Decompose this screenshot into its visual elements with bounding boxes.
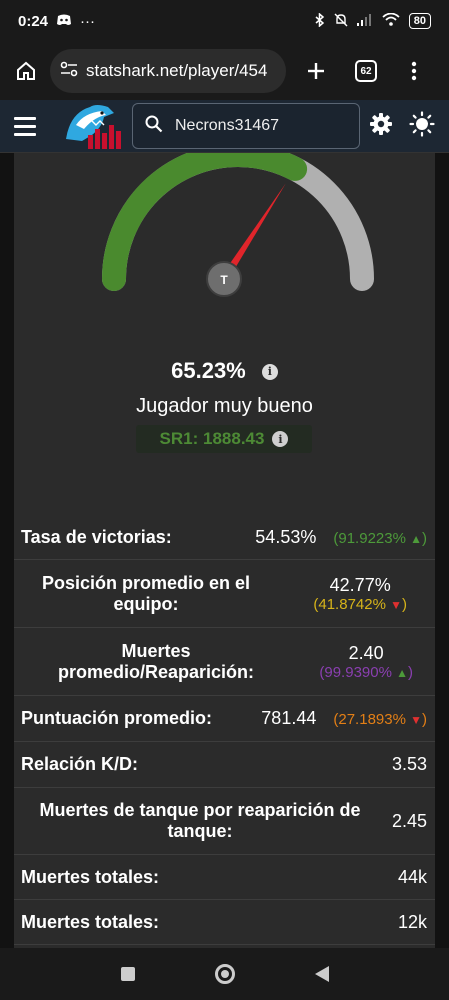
- new-tab-icon[interactable]: [300, 55, 332, 87]
- stat-value-text: 2.40: [348, 642, 384, 663]
- arrow-down-icon: ▼: [410, 713, 422, 727]
- recent-apps-button[interactable]: [120, 967, 135, 981]
- light-mode-sun-icon[interactable]: [409, 110, 435, 142]
- stat-value: 2.45: [391, 810, 427, 831]
- stat-label: Posición promedio en el equipo:: [41, 572, 251, 614]
- stat-value-text: 781.44: [261, 708, 317, 728]
- stat-row-kills-per-respawn: Muertes promedio/Reaparición: 2.40 (99.9…: [14, 628, 435, 696]
- stat-percentile: (27.1893% ▼): [333, 711, 427, 728]
- back-button[interactable]: [314, 966, 329, 982]
- bluetooth-icon: [315, 11, 325, 30]
- stat-value-text: 42.77%: [329, 574, 391, 595]
- stat-value: 12k: [397, 911, 427, 932]
- stat-value: 44k: [397, 866, 427, 887]
- statshark-logo[interactable]: [62, 101, 122, 151]
- browser-menu-icon[interactable]: [398, 55, 430, 87]
- stat-value: 54.53% (91.9223% ▲): [255, 527, 427, 548]
- discord-icon: [56, 13, 72, 30]
- stat-row-team-position: Posición promedio en el equipo: 42.77% (…: [14, 560, 435, 628]
- search-input-value: Necrons31467: [175, 117, 280, 134]
- stat-value: 42.77% (41.8742% ▼): [313, 575, 407, 613]
- gauge-arc-filled: [102, 153, 308, 291]
- stat-percentile: (91.9223% ▲): [333, 529, 427, 547]
- stat-value: 2.40 (99.9390% ▲): [319, 643, 413, 681]
- browser-toolbar: statshark.net/player/454 62: [0, 42, 449, 100]
- home-icon[interactable]: [10, 55, 42, 87]
- stat-percentile-text: (27.1893%: [333, 711, 406, 728]
- tab-switcher-button[interactable]: 62: [350, 55, 382, 87]
- arrow-up-icon: ▲: [396, 665, 408, 680]
- android-navigation-bar: [0, 948, 449, 1000]
- home-button[interactable]: [214, 964, 235, 984]
- stat-value-text: 54.53%: [255, 526, 317, 547]
- stat-row-win-rate: Tasa de victorias: 54.53% (91.9223% ▲): [14, 515, 435, 560]
- gauge-hub-label: T: [220, 273, 228, 287]
- tab-count: 62: [355, 60, 377, 82]
- score-percent: 65.23% i: [14, 358, 435, 384]
- stat-label: Muertes promedio/Reaparición:: [57, 640, 255, 682]
- system-status-bar: 0:24 ··· 80: [0, 0, 449, 42]
- arrow-down-icon: ▼: [390, 597, 402, 612]
- clock: 0:24: [18, 12, 49, 30]
- stats-table: Tasa de victorias: 54.53% (91.9223% ▲) P…: [14, 515, 435, 945]
- score-info-icon[interactable]: i: [261, 363, 278, 380]
- stat-row-total-kills-2: Muertes totales: 12k: [14, 900, 435, 945]
- sr-info-icon[interactable]: i: [272, 431, 289, 447]
- search-icon: [145, 115, 163, 138]
- stat-label: Muertes de tanque por reaparición de tan…: [39, 800, 361, 841]
- more-notifications-icon: ···: [80, 12, 96, 30]
- player-search-input[interactable]: Necrons31467: [132, 103, 360, 149]
- rating-label: Jugador muy bueno: [136, 395, 313, 417]
- stat-value: 781.44 (27.1893% ▼): [261, 708, 427, 729]
- stat-percentile: (99.9390% ▲): [319, 663, 413, 681]
- hamburger-menu-icon[interactable]: [14, 110, 46, 142]
- stat-label: Tasa de victorias:: [21, 526, 172, 547]
- stat-row-total-kills: Muertes totales: 44k: [14, 855, 435, 900]
- site-navbar: Necrons31467: [0, 100, 449, 153]
- page-content: T 65.23% i Jugador muy bueno SR1: 1888.4…: [0, 153, 449, 948]
- sr-value: SR1: 1888.43: [159, 429, 265, 448]
- stat-percentile-text: (91.9223%: [333, 529, 406, 547]
- signal-icon: [356, 13, 373, 29]
- stat-label: Puntuación promedio:: [21, 708, 212, 728]
- stat-label: Muertes totales:: [21, 866, 160, 887]
- stat-row-average-score: Puntuación promedio: 781.44 (27.1893% ▼): [14, 696, 435, 742]
- stat-row-kd-ratio: Relación K/D: 3.53: [14, 742, 435, 788]
- stat-label: Muertes totales:: [21, 911, 160, 932]
- score-percent-value: 65.23%: [171, 358, 246, 383]
- stat-percentile-text: (99.9390%: [319, 663, 392, 681]
- stat-label: Relación K/D:: [21, 754, 139, 774]
- stat-percentile: (41.8742% ▼): [313, 595, 407, 613]
- site-settings-icon[interactable]: [60, 61, 78, 82]
- wifi-icon: [382, 12, 400, 29]
- mute-bell-icon: [334, 13, 348, 30]
- sr-badge: SR1: 1888.43 i: [136, 425, 312, 453]
- gear-icon[interactable]: [369, 112, 393, 141]
- stat-percentile-text: (41.8742%: [313, 595, 386, 613]
- url-text: statshark.net/player/454: [86, 61, 268, 80]
- stat-value: 3.53: [391, 754, 427, 774]
- address-bar[interactable]: statshark.net/player/454: [50, 49, 286, 93]
- skill-gauge: T: [102, 153, 374, 297]
- arrow-up-icon: ▲: [410, 531, 422, 546]
- battery-indicator: 80: [408, 13, 431, 29]
- player-stats-card: T 65.23% i Jugador muy bueno SR1: 1888.4…: [14, 153, 435, 948]
- stat-row-tank-kills-per-respawn: Muertes de tanque por reaparición de tan…: [14, 788, 435, 855]
